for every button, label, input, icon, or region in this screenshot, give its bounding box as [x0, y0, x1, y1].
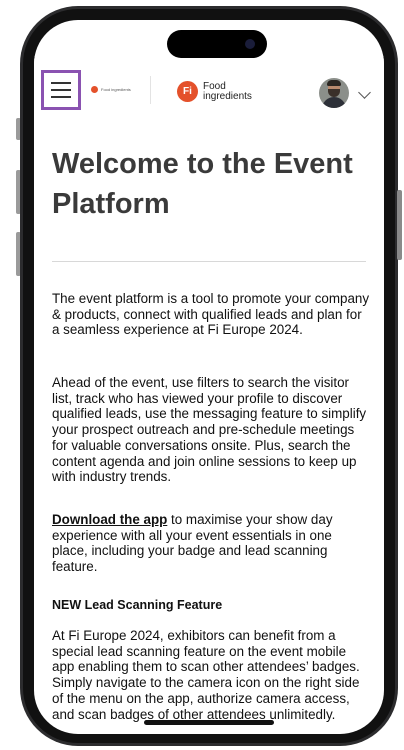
dynamic-island	[167, 30, 267, 58]
fi-logo-text: Food ingredients	[203, 80, 252, 102]
avatar[interactable]	[319, 78, 349, 108]
camera-icon	[245, 39, 255, 49]
lead-scanning-heading: NEW Lead Scanning Feature	[52, 598, 223, 612]
power-button	[397, 190, 402, 260]
features-paragraph: Ahead of the event, use filters to searc…	[52, 375, 367, 485]
fi-logo-line2: ingredients	[203, 90, 252, 102]
intro-paragraph: The event platform is a tool to promote …	[52, 291, 370, 338]
main-content: Welcome to the Event Platform The event …	[34, 120, 384, 734]
fi-badge-icon: Fi	[177, 81, 198, 102]
download-app-link[interactable]: Download the app	[52, 512, 167, 527]
hamburger-menu-icon[interactable]	[41, 70, 81, 110]
download-paragraph: Download the app to maximise your show d…	[52, 512, 370, 575]
home-indicator[interactable]	[144, 720, 274, 725]
event-logo-small[interactable]: Food ingredients	[91, 86, 131, 93]
app-header: Food ingredients Fi Food ingredients	[34, 56, 384, 120]
fi-logo-line1: Food	[203, 80, 226, 92]
fi-logo[interactable]: Fi Food ingredients	[177, 81, 252, 102]
lead-scanning-paragraph: At Fi Europe 2024, exhibitors can benefi…	[52, 628, 360, 722]
chevron-down-icon[interactable]	[358, 86, 371, 99]
phone-screen: Food ingredients Fi Food ingredients Wel…	[34, 20, 384, 734]
small-logo-text: Food ingredients	[101, 86, 131, 92]
page-title: Welcome to the Event Platform	[52, 148, 353, 220]
logo-dot-icon	[91, 86, 98, 93]
title-divider	[52, 261, 366, 262]
header-divider	[150, 76, 151, 104]
